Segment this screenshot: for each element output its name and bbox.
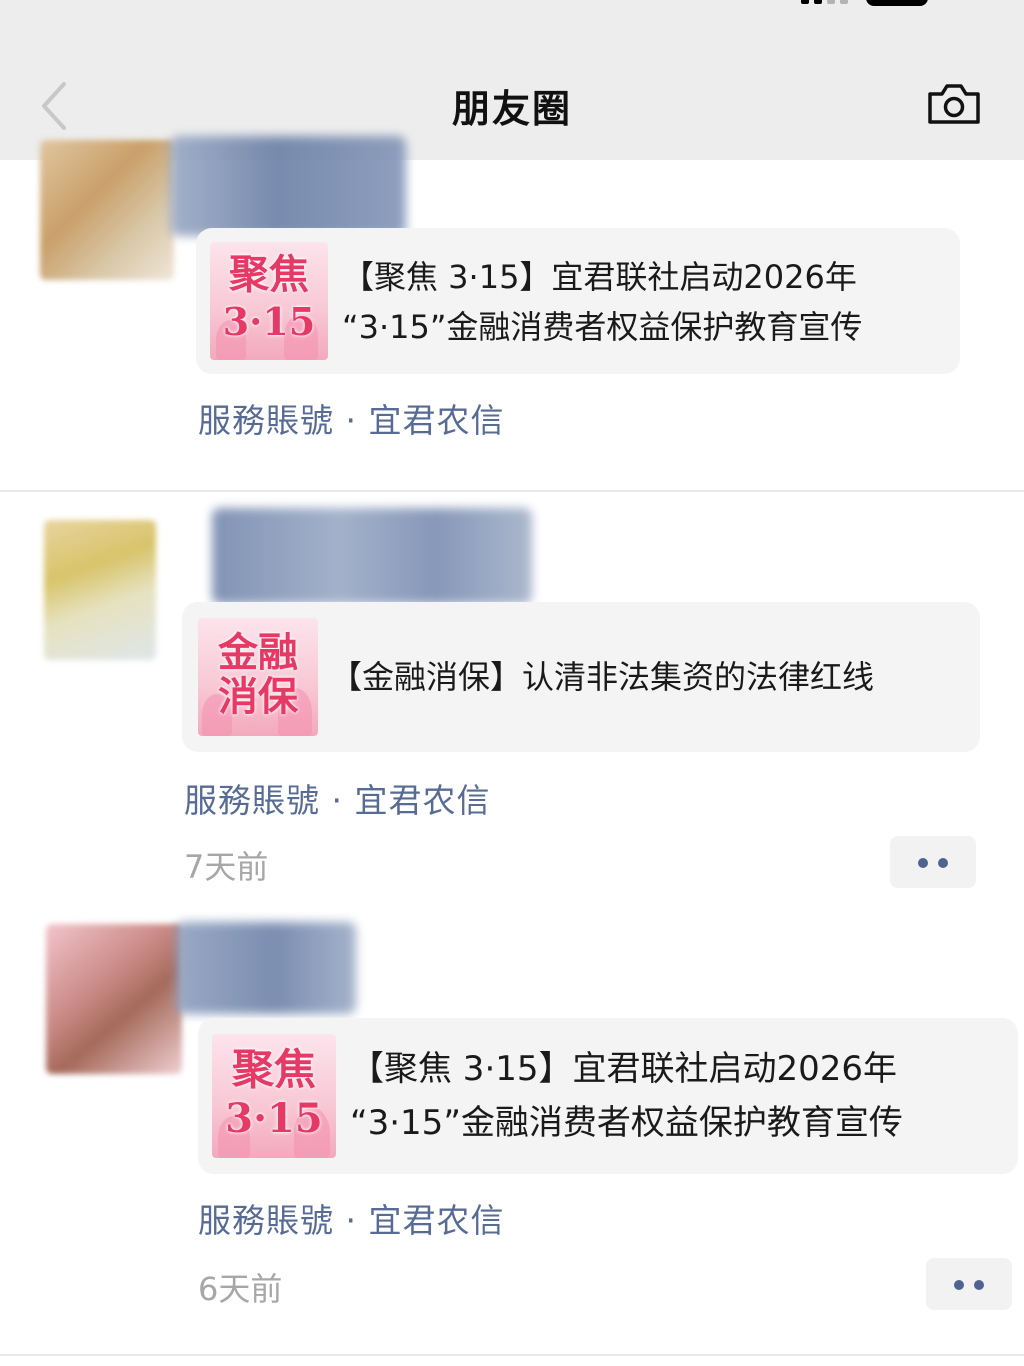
moment-post: 金融 消保 【金融消保】认清非法集资的法律红线 服務賬號 · 宜君农信 7天前 bbox=[0, 492, 1024, 902]
more-dots-icon bbox=[954, 1280, 964, 1290]
account-link[interactable]: 服務賬號 · 宜君农信 bbox=[184, 774, 490, 822]
moment-post: 聚焦 3·15 【聚焦 3·15】宜君联社启动2026年 “3·15”金融消费者… bbox=[0, 904, 1024, 1364]
article-thumbnail: 聚焦 3·15 bbox=[210, 242, 328, 360]
user-name-redacted[interactable] bbox=[176, 922, 356, 1014]
post-timestamp: 7天前 bbox=[184, 848, 269, 886]
article-title-line: 【金融消保】认清非法集资的法律红线 bbox=[330, 658, 875, 696]
more-button[interactable] bbox=[926, 1258, 1012, 1310]
post-timestamp: 6天前 bbox=[198, 1270, 283, 1308]
avatar[interactable] bbox=[40, 140, 174, 280]
account-link[interactable]: 服務賬號 · 宜君农信 bbox=[198, 1194, 504, 1242]
more-dots-icon bbox=[918, 858, 928, 868]
avatar[interactable] bbox=[46, 924, 182, 1074]
article-thumbnail: 金融 消保 bbox=[198, 618, 318, 736]
article-card[interactable]: 金融 消保 【金融消保】认清非法集资的法律红线 bbox=[182, 602, 980, 752]
post-divider bbox=[0, 1354, 1024, 1356]
user-name-redacted[interactable] bbox=[170, 136, 406, 236]
article-title-line: “3·15”金融消费者权益保护教育宣传 bbox=[342, 308, 863, 346]
moment-post: 聚焦 3·15 【聚焦 3·15】宜君联社启动2026年 “3·15”金融消费者… bbox=[0, 0, 1024, 490]
article-card[interactable]: 聚焦 3·15 【聚焦 3·15】宜君联社启动2026年 “3·15”金融消费者… bbox=[196, 228, 960, 374]
account-link[interactable]: 服務賬號 · 宜君农信 bbox=[198, 394, 504, 442]
user-name-redacted[interactable] bbox=[212, 508, 532, 604]
article-title-line: 【聚焦 3·15】宜君联社启动2026年 bbox=[350, 1049, 898, 1089]
article-title-line: 【聚焦 3·15】宜君联社启动2026年 bbox=[342, 258, 857, 296]
article-card[interactable]: 聚焦 3·15 【聚焦 3·15】宜君联社启动2026年 “3·15”金融消费者… bbox=[198, 1018, 1018, 1174]
article-thumbnail: 聚焦 3·15 bbox=[212, 1034, 336, 1158]
avatar[interactable] bbox=[44, 520, 156, 660]
more-button[interactable] bbox=[890, 836, 976, 888]
article-title-line: “3·15”金融消费者权益保护教育宣传 bbox=[350, 1103, 903, 1143]
